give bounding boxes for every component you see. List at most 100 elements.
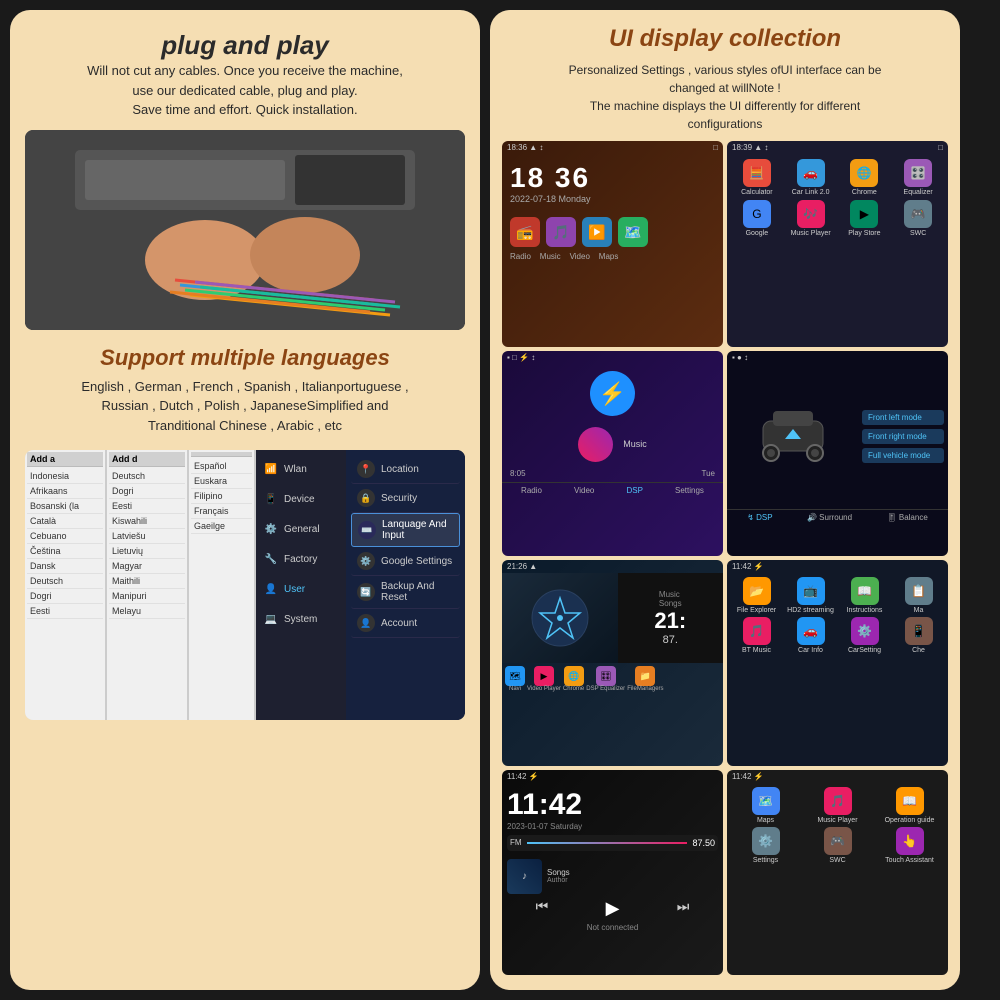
lang-item[interactable]: Čeština <box>27 544 103 559</box>
calculator-icon: 🧮 <box>743 159 771 187</box>
app-music-player[interactable]: 🎶 Music Player <box>786 200 836 237</box>
app-settings-2[interactable]: ⚙️ Settings <box>731 827 800 864</box>
lang-item[interactable]: Deutsch <box>27 574 103 589</box>
settings-user[interactable]: 👤 User <box>259 575 343 603</box>
file-mgr-label: FileManagers <box>627 686 663 692</box>
lang-item[interactable]: Català <box>27 514 103 529</box>
app-other[interactable]: 📱 Che <box>893 617 944 654</box>
app-car-info[interactable]: 🚗 Car Info <box>785 617 836 654</box>
lang-item[interactable]: Dogri <box>27 589 103 604</box>
lang-item[interactable]: Indonesia <box>27 469 103 484</box>
lang-item[interactable]: Latviešu <box>109 529 185 544</box>
maps-icon-btn[interactable]: 🗺️ <box>618 217 648 247</box>
lang-item[interactable]: Gaeilge <box>191 519 252 534</box>
surround-tab[interactable]: 🔊 Surround <box>807 513 852 522</box>
balance-tab[interactable]: 🎚 Balance <box>886 513 927 522</box>
wlan-label: Wlan <box>284 464 307 475</box>
bluetooth-center: ⚡ <box>502 364 723 424</box>
time-display-8: 11:42 ⚡ <box>732 772 764 781</box>
more-icon: 📋 <box>905 577 933 605</box>
app-bt-music[interactable]: 🎵 BT Music <box>731 617 782 654</box>
app-chrome[interactable]: 🌐 Chrome <box>840 159 890 196</box>
lang-item[interactable]: Filipino <box>191 489 252 504</box>
settings-location[interactable]: 📍 Location <box>351 455 460 484</box>
lang-item[interactable]: Kiswahili <box>109 514 185 529</box>
music-icon-btn[interactable]: 🎵 <box>546 217 576 247</box>
app-swc[interactable]: 🎮 SWC <box>893 200 943 237</box>
app-instructions[interactable]: 📖 Instructions <box>839 577 890 614</box>
lang-item[interactable]: Deutsch <box>109 469 185 484</box>
lang-item[interactable]: Dansk <box>27 559 103 574</box>
lang-item[interactable]: Français <box>191 504 252 519</box>
app-swc-2[interactable]: 🎮 SWC <box>803 827 872 864</box>
app-music-player-2[interactable]: 🎵 Music Player <box>803 787 872 824</box>
app-hd2[interactable]: 📺 HD2 streaming <box>785 577 836 614</box>
bluetooth-time: 8:05 Tue <box>502 465 723 482</box>
full-vehicle-mode[interactable]: Full vehicle mode <box>862 448 944 463</box>
settings-language-input[interactable]: ⌨️ Lanquage And Input <box>351 513 460 547</box>
front-right-mode[interactable]: Front right mode <box>862 429 944 444</box>
music-player-icon: 🎶 <box>797 200 825 228</box>
settings-system[interactable]: 💻 System <box>259 605 343 633</box>
dsp-tab[interactable]: ↯ DSP <box>747 513 772 522</box>
app-file-explorer[interactable]: 📂 File Explorer <box>731 577 782 614</box>
album-art-gradient <box>578 427 613 462</box>
radio-icon-btn[interactable]: 📻 <box>510 217 540 247</box>
lang-item[interactable]: Eesti <box>27 604 103 619</box>
lang-item[interactable]: Dogri <box>109 484 185 499</box>
settings-general[interactable]: ⚙️ General <box>259 515 343 543</box>
app-equalizer[interactable]: 🎛️ Equalizer <box>893 159 943 196</box>
app-calculator[interactable]: 🧮 Calculator <box>732 159 782 196</box>
google-settings-label: Google Settings <box>381 556 452 567</box>
navi-icon: 🗺 <box>505 666 525 686</box>
app-touch-assistant[interactable]: 👆 Touch Assistant <box>875 827 944 864</box>
video-player-app[interactable]: ▶ Video Player <box>527 666 561 692</box>
lang-item[interactable]: Melayu <box>109 604 185 619</box>
chrome-icon-5: 🌐 <box>564 666 584 686</box>
backup-icon: 🔄 <box>357 583 375 601</box>
settings-google[interactable]: ⚙️ Google Settings <box>351 547 460 576</box>
lang-item[interactable]: Lietuvių <box>109 544 185 559</box>
play-btn[interactable]: ▶ <box>606 898 620 919</box>
next-btn[interactable]: ⏭ <box>677 898 690 919</box>
swc-label: SWC <box>910 230 926 237</box>
lang-item[interactable]: Afrikaans <box>27 484 103 499</box>
app-playstore[interactable]: ▶ Play Store <box>840 200 890 237</box>
navi-app[interactable]: 🗺 Navi <box>505 666 525 692</box>
front-left-mode[interactable]: Front left mode <box>862 410 944 425</box>
lang-col-1: Add a Indonesia Afrikaans Bosanski (la C… <box>25 450 105 720</box>
settings-backup[interactable]: 🔄 Backup And Reset <box>351 576 460 609</box>
settings-device[interactable]: 📱 Device <box>259 485 343 513</box>
plug-section: plug and play Will not cut any cables. O… <box>25 30 465 120</box>
app-more[interactable]: 📋 Ma <box>893 577 944 614</box>
video-icon-btn[interactable]: ▶️ <box>582 217 612 247</box>
chrome-app-5[interactable]: 🌐 Chrome <box>563 666 584 692</box>
dsp-eq-app[interactable]: 🎛 DSP Equalizer <box>586 666 625 692</box>
app-operation-guide[interactable]: 📖 Operation guide <box>875 787 944 824</box>
settings-account[interactable]: 👤 Account <box>351 609 460 638</box>
lang-item[interactable]: Manipuri <box>109 589 185 604</box>
lang-item[interactable]: Bosanski (la <box>27 499 103 514</box>
lang-item[interactable]: Magyar <box>109 559 185 574</box>
lang-item[interactable]: Euskara <box>191 474 252 489</box>
nav-section <box>502 573 618 663</box>
radio-freq-bar: FM 87.50 <box>507 835 718 851</box>
app-car-setting[interactable]: ⚙️ CarSetting <box>839 617 890 654</box>
settings-security[interactable]: 🔒 Security <box>351 484 460 513</box>
prev-btn[interactable]: ⏮ <box>536 898 549 919</box>
app-google[interactable]: G Google <box>732 200 782 237</box>
app-maps[interactable]: 🗺️ Maps <box>731 787 800 824</box>
lang-item[interactable]: Cebuano <box>27 529 103 544</box>
file-mgr-app[interactable]: 📁 FileManagers <box>627 666 663 692</box>
clock2-date: 2023-01-07 Saturday <box>507 822 718 831</box>
lang-item[interactable]: Maithili <box>109 574 185 589</box>
nav-labels-1: Radio Music Video Maps <box>502 252 723 263</box>
app-grid: 🧮 Calculator 🚗 Car Link 2.0 🌐 Chrome 🎛️ … <box>727 154 948 242</box>
device-icon: 📱 <box>263 491 279 507</box>
lang-item[interactable]: Español <box>191 459 252 474</box>
touch-assistant-label: Touch Assistant <box>885 857 934 864</box>
lang-item[interactable]: Eesti <box>109 499 185 514</box>
settings-factory[interactable]: 🔧 Factory <box>259 545 343 573</box>
app-carlink[interactable]: 🚗 Car Link 2.0 <box>786 159 836 196</box>
settings-wlan[interactable]: 📶 Wlan <box>259 455 343 483</box>
